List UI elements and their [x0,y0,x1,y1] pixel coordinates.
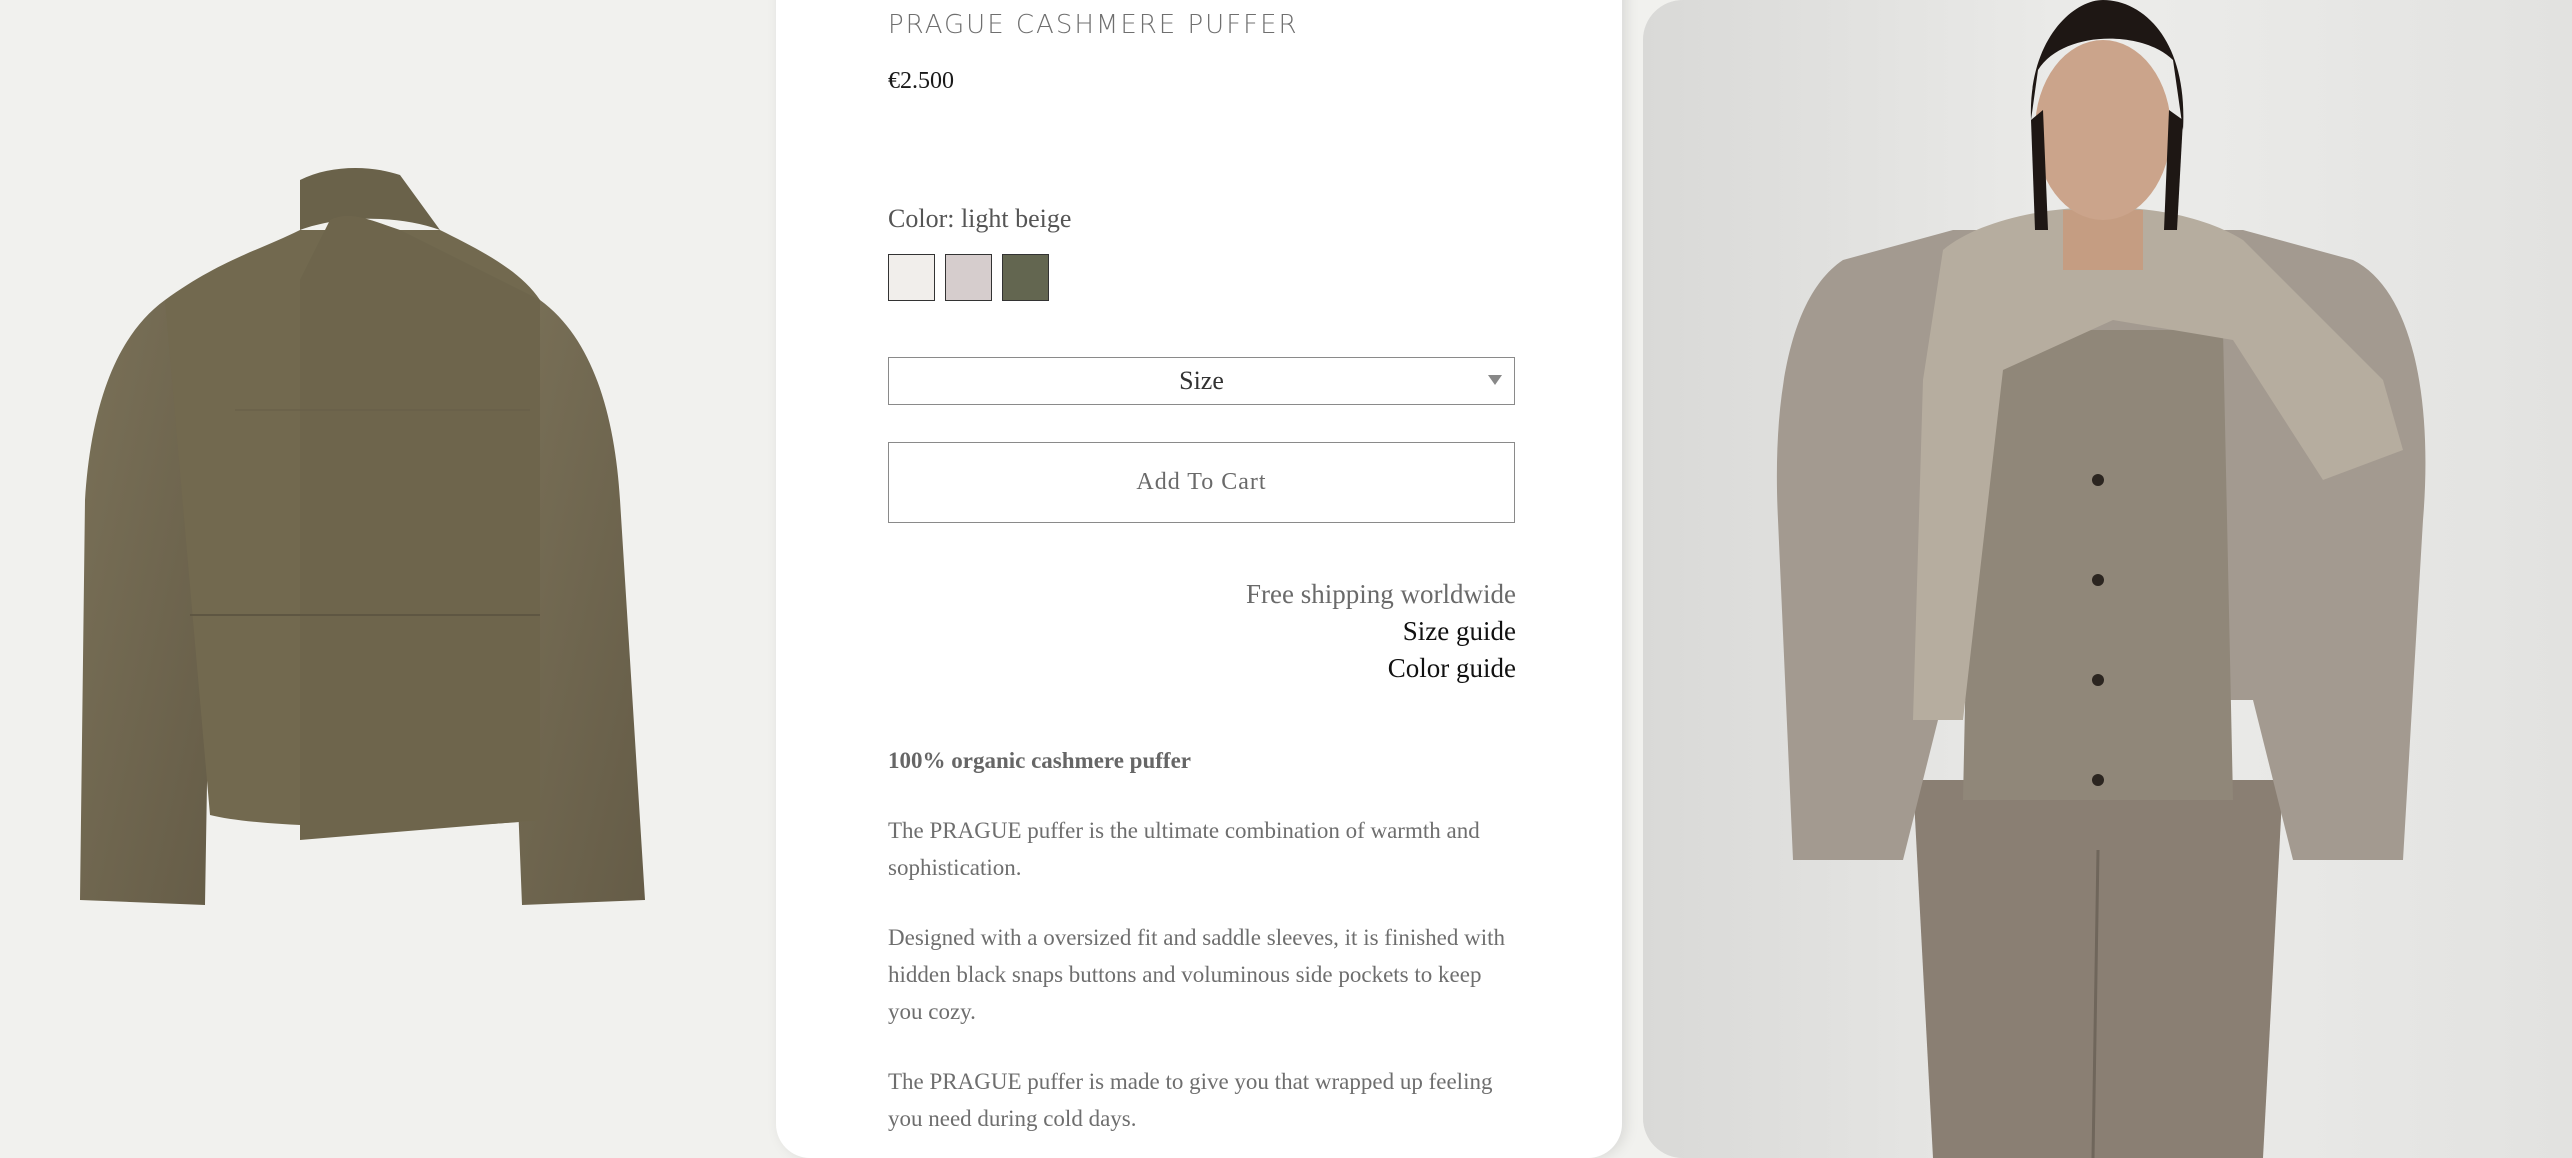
add-to-cart-button[interactable]: Add To Cart [888,442,1515,523]
color-guide-link[interactable]: Color guide [889,650,1516,687]
product-title: PRAGUE CASHMERE PUFFER [888,10,1299,40]
color-label: Color: light beige [888,204,1072,233]
swatch-mauve-grey[interactable] [945,254,992,301]
product-image-right[interactable] [1643,0,2572,1158]
free-shipping-text: Free shipping worldwide [1246,579,1516,609]
swatch-light-beige[interactable] [888,254,935,301]
product-info-panel: PRAGUE CASHMERE PUFFER €2.500 Color: lig… [776,0,1622,1158]
product-price: €2.500 [888,68,954,94]
product-image-left[interactable] [0,0,776,1158]
size-select[interactable]: Size [888,357,1515,405]
size-select-label: Size [1179,366,1224,395]
olive-puffer-jacket-image [80,168,645,905]
description-paragraph-3: The PRAGUE puffer is made to give you th… [888,1069,1493,1131]
chevron-down-icon [1488,375,1502,385]
description-paragraph-1: The PRAGUE puffer is the ultimate combin… [888,818,1480,880]
model-wearing-puffer-image [1643,0,2572,1158]
info-links: Free shipping worldwide Size guide Color… [889,576,1516,687]
swatch-olive[interactable] [1002,254,1049,301]
color-swatches [888,254,1049,301]
product-description: 100% organic cashmere puffer The PRAGUE … [888,742,1515,1158]
description-headline: 100% organic cashmere puffer [888,748,1191,773]
size-guide-link[interactable]: Size guide [889,613,1516,650]
description-paragraph-2: Designed with a oversized fit and saddle… [888,925,1506,1024]
